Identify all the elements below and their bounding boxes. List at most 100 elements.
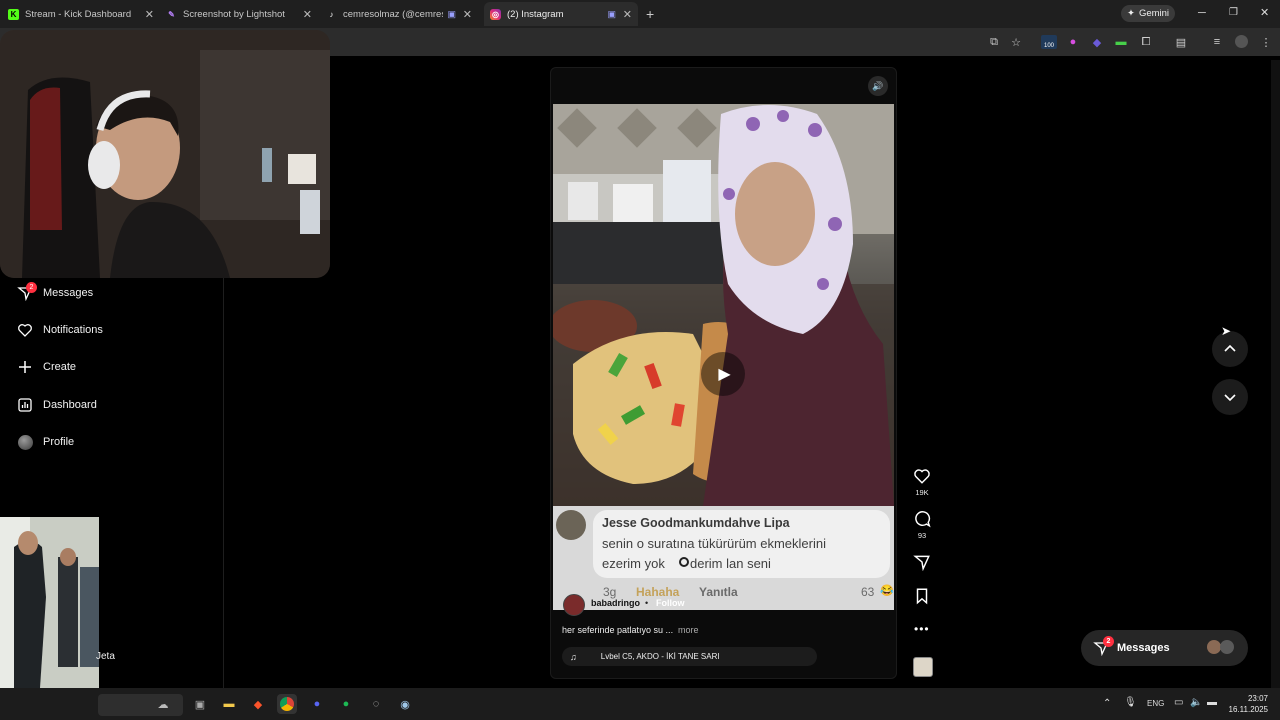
reel-video[interactable]: ▶ <box>553 104 894 506</box>
extension-badge: 100 <box>1043 43 1054 49</box>
secondary-cam-picture <box>0 517 99 688</box>
loading-spinner <box>679 557 689 567</box>
sidebar-item-dashboard[interactable]: Dashboard <box>16 394 97 416</box>
like-count: 19K <box>915 488 929 497</box>
messages-label: Messages <box>1117 642 1170 654</box>
close-window-button[interactable]: ✕ <box>1260 6 1269 19</box>
bookmark-icon <box>916 588 928 605</box>
new-tab-button[interactable]: + <box>646 6 654 22</box>
extension-icon[interactable]: ▬ <box>1114 35 1128 49</box>
install-app-icon[interactable]: ⧉ <box>987 35 1001 49</box>
follow-button[interactable]: Follow <box>656 598 685 608</box>
lightshot-icon: ✎ <box>168 9 175 19</box>
language-indicator[interactable]: ENG <box>1147 699 1164 708</box>
task-view-icon[interactable]: ▣ <box>190 694 210 714</box>
discord-icon[interactable]: ● <box>307 694 327 714</box>
minimize-button[interactable]: ─ <box>1198 7 1206 19</box>
reel-caption: her seferinde patlatıyo su ... <box>562 625 674 635</box>
music-pill[interactable]: ♫ Lvbel C5, AKDO - İKİ TANE SARI <box>562 647 817 666</box>
gemini-icon: ✦ <box>1126 8 1135 19</box>
sidebar-item-notifications[interactable]: Notifications <box>16 319 103 341</box>
sound-toggle-button[interactable]: 🔊 <box>868 76 888 96</box>
avatar <box>1207 640 1221 654</box>
volume-icon[interactable]: 🔈 <box>1190 697 1202 708</box>
mouse-cursor-icon: ➤ <box>1221 324 1232 338</box>
tab-kick[interactable]: K Stream - Kick Dashboard ✕ <box>8 2 160 26</box>
sidebar-item-profile[interactable]: Profile <box>16 431 74 453</box>
messages-floating-button[interactable]: 2 Messages <box>1081 630 1248 666</box>
restore-button[interactable]: ❐ <box>1229 7 1238 18</box>
profile-avatar[interactable] <box>1235 35 1248 48</box>
play-button[interactable]: ▶ <box>701 352 745 396</box>
close-tab-icon[interactable]: ✕ <box>463 8 472 21</box>
comment-text-line2: ezerim yok <box>602 556 665 571</box>
clock-time: 23:07 <box>1247 694 1268 703</box>
sidebar-item-label: Notifications <box>43 324 103 336</box>
sidebar-panel-icon[interactable]: ▤ <box>1174 35 1188 49</box>
extension-icon[interactable]: ● <box>1066 35 1080 49</box>
video-frame <box>553 104 894 506</box>
brave-icon[interactable]: ◆ <box>248 694 268 714</box>
sidebar-item-messages[interactable]: 2 Messages <box>16 282 93 304</box>
comment-reply: Yanıtla <box>699 585 738 599</box>
next-reel-button[interactable] <box>1212 379 1248 415</box>
spotify-icon[interactable]: ● <box>336 694 356 714</box>
chevron-up-icon <box>1224 344 1236 352</box>
sidebar-divider <box>223 278 224 688</box>
tab-lightshot[interactable]: ✎ Screenshot by Lightshot ✕ <box>166 2 318 26</box>
extension-icon[interactable]: ◆ <box>1090 35 1104 49</box>
chrome-icon[interactable] <box>277 694 297 714</box>
cast-icon: ▣ <box>447 8 456 19</box>
close-tab-icon[interactable]: ✕ <box>623 8 632 21</box>
comment-author: Jesse Goodmankumdahve Lipa <box>602 516 790 530</box>
tab-instagram[interactable]: ◎ (2) Instagram ▣ ✕ <box>484 2 638 26</box>
play-icon: ▶ <box>718 366 731 383</box>
save-button[interactable] <box>913 587 931 605</box>
close-tab-icon[interactable]: ✕ <box>145 8 154 21</box>
instagram-icon: ◎ <box>490 8 501 20</box>
microphone-icon[interactable]: 🎙 <box>1124 697 1137 708</box>
laughing-emoji-icon: 😂 <box>880 585 894 597</box>
comment-button[interactable] <box>913 510 931 528</box>
comment-like-count: 63 <box>861 585 875 599</box>
send-icon <box>913 555 930 572</box>
battery-icon[interactable]: ▬ <box>1207 697 1217 708</box>
caption-more-link[interactable]: more <box>678 625 699 635</box>
author-avatar[interactable] <box>563 594 585 616</box>
chevron-up-icon[interactable]: ⌃ <box>1103 698 1111 709</box>
steam-icon[interactable]: ◉ <box>395 694 415 714</box>
close-tab-icon[interactable]: ✕ <box>303 8 312 21</box>
tab-title: (2) Instagram <box>507 8 564 20</box>
clock[interactable]: 23:07 16.11.2025 <box>1228 693 1268 715</box>
network-icon[interactable]: ▭ <box>1174 697 1183 708</box>
media-control-icon[interactable]: ≡ <box>1210 35 1224 49</box>
secondary-cam-overlay <box>0 517 99 688</box>
extension-counter-icon[interactable]: 100 <box>1041 35 1057 49</box>
comment-avatar <box>556 510 586 540</box>
sidebar-item-label: Dashboard <box>43 399 97 411</box>
kick-icon: K <box>8 8 19 20</box>
menu-kebab-icon[interactable]: ⋮ <box>1259 35 1273 49</box>
comment-count: 93 <box>917 531 927 540</box>
notification-badge: 2 <box>1103 636 1114 647</box>
scrollbar[interactable] <box>1271 60 1280 688</box>
avatar-icon <box>16 433 34 451</box>
widget-icon[interactable]: ☁ <box>153 694 173 714</box>
dashboard-icon <box>16 396 34 414</box>
app-icon[interactable]: ◌ <box>366 694 386 714</box>
file-explorer-icon[interactable]: ▬ <box>219 694 239 714</box>
sidebar-item-create[interactable]: Create <box>16 356 76 378</box>
heart-icon <box>16 321 34 339</box>
extensions-puzzle-icon[interactable]: ⧠ <box>1139 35 1153 49</box>
audio-thumbnail[interactable] <box>913 657 933 677</box>
like-button[interactable] <box>913 467 931 485</box>
tab-tiktok[interactable]: ♪ cemresolmaz (@cemresolm ▣ ✕ <box>326 2 478 26</box>
share-button[interactable] <box>913 553 931 572</box>
more-options-icon[interactable]: ••• <box>914 622 930 636</box>
author-username[interactable]: babadringo <box>591 598 640 608</box>
gemini-button[interactable]: ✦ Gemini <box>1121 5 1175 22</box>
comment-icon <box>915 511 931 528</box>
speaker-icon: 🔊 <box>872 80 884 91</box>
dot-separator: • <box>645 598 649 608</box>
bookmark-star-icon[interactable]: ☆ <box>1009 35 1023 49</box>
